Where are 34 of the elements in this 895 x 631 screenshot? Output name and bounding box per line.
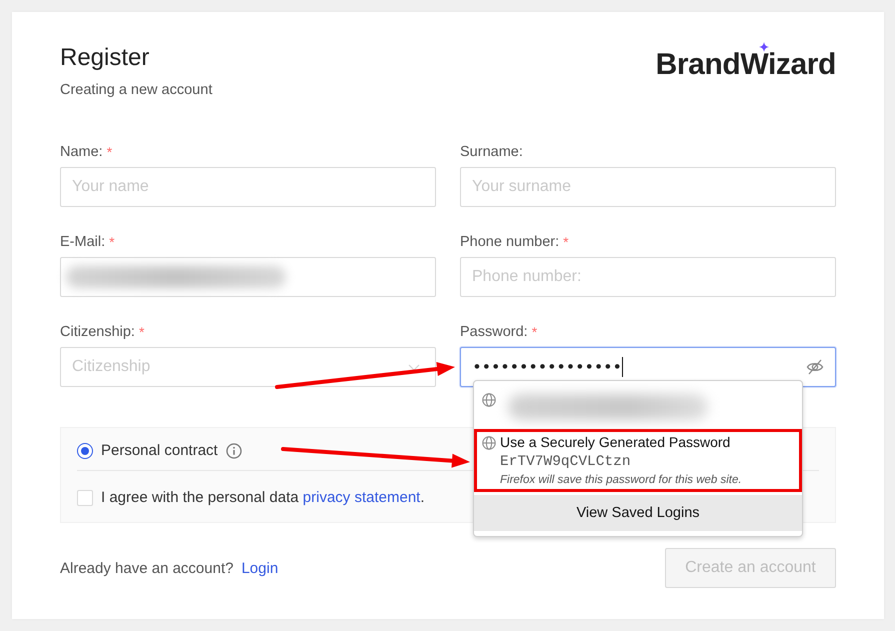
eye-slash-icon[interactable] [806, 359, 824, 375]
login-prompt: Already have an account? [60, 560, 234, 576]
page-subtitle: Creating a new account [60, 81, 212, 99]
globe-icon [482, 393, 496, 407]
info-icon[interactable] [226, 442, 242, 458]
page-title: Register [60, 44, 150, 72]
login-link[interactable]: Login [241, 560, 278, 576]
generated-password: ErTV7W9qCVLCtzn [500, 452, 632, 472]
required-asterisk: * [532, 323, 538, 342]
radio-button[interactable] [77, 442, 93, 458]
brand-logo: BrandWizard [656, 51, 836, 79]
field-label: Citizenship: [60, 323, 135, 342]
input-field[interactable] [60, 257, 436, 297]
field-label: Password: [460, 323, 528, 342]
password-suggestion[interactable]: Use a Securely Generated Password ErTV7W9qCVLCtzn Firefox will save this password for this web site. [474, 428, 802, 492]
required-asterisk: * [138, 323, 144, 342]
field-label: E-Mail: [60, 233, 106, 252]
required-asterisk: * [109, 233, 115, 252]
checkbox[interactable] [77, 490, 93, 506]
field-label: Surname: [460, 143, 523, 162]
view-saved-logins-button[interactable]: View Saved Logins [474, 495, 802, 531]
globe-icon [482, 436, 496, 450]
field-label: Phone number: [460, 233, 560, 252]
contract-option-label[interactable]: Personal contract [101, 440, 218, 460]
save-note: Firefox will save this password for this web site. [500, 472, 742, 488]
sparkle-icon [758, 42, 769, 52]
required-asterisk: * [106, 143, 112, 162]
suggestion-title: Use a Securely Generated Password [500, 432, 732, 452]
agreement-text: I agree with the personal data privacy statement. [101, 488, 425, 508]
text-cursor-icon [622, 357, 623, 377]
required-asterisk: * [563, 233, 569, 252]
field-label: Name: [60, 143, 103, 162]
privacy-link[interactable]: privacy statement [302, 489, 420, 506]
chevron-down-icon [408, 364, 420, 370]
